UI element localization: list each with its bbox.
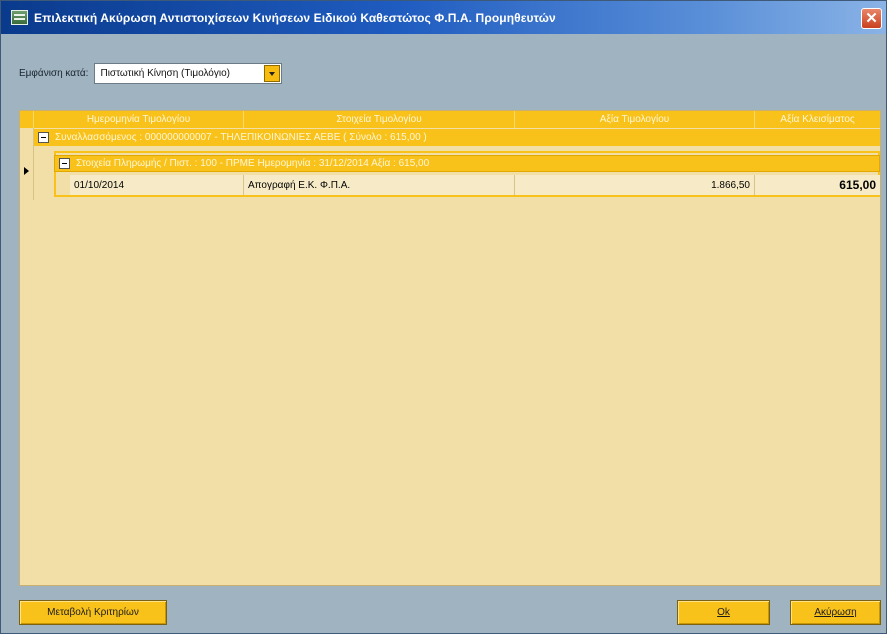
- cancel-button[interactable]: Ακύρωση: [790, 600, 881, 625]
- grid-header: Ημερομηνία Τιμολογίου Στοιχεία Τιμολογίο…: [20, 111, 880, 128]
- app-icon: [11, 10, 28, 25]
- column-header-invoice-value[interactable]: Αξία Τιμολογίου: [515, 111, 755, 128]
- view-by-value: Πιστωτική Κίνηση (Τιμολόγιο): [100, 68, 230, 79]
- group-row-supplier[interactable]: Συναλλασσόμενος : 000000000007 - ΤΗΛΕΠΙΚ…: [34, 129, 880, 146]
- chevron-down-icon[interactable]: [264, 65, 281, 82]
- current-row-arrow-icon: [24, 167, 29, 175]
- ok-button[interactable]: Ok: [677, 600, 770, 625]
- column-header-invoice-date[interactable]: Ημερομηνία Τιμολογίου: [34, 111, 244, 128]
- dialog-window: Επιλεκτική Ακύρωση Αντιστοιχίσεων Κινήσε…: [0, 0, 887, 634]
- matching-grid[interactable]: Ημερομηνία Τιμολογίου Στοιχεία Τιμολογίο…: [19, 110, 881, 586]
- cell-invoice-date: 01/10/2014: [70, 175, 244, 195]
- change-criteria-button[interactable]: Μεταβολή Κριτηρίων: [19, 600, 167, 625]
- cell-invoice-value: 1.866,50: [515, 175, 755, 195]
- header-indicator-cell: [20, 111, 34, 128]
- group-supplier-text: Συναλλασσόμενος : 000000000007 - ΤΗΛΕΠΙΚ…: [55, 132, 427, 143]
- row-indicator-column: [20, 128, 34, 200]
- column-header-closing-value[interactable]: Αξία Κλεισίματος: [755, 111, 880, 128]
- collapse-icon[interactable]: [38, 132, 49, 143]
- cell-invoice-details: Απογραφή Ε.Κ. Φ.Π.Α.: [244, 175, 515, 195]
- filter-row: Εμφάνιση κατά: Πιστωτική Κίνηση (Τιμολόγ…: [19, 63, 283, 84]
- cell-closing-value: 615,00: [839, 178, 876, 192]
- collapse-icon[interactable]: [59, 158, 70, 169]
- window-title: Επιλεκτική Ακύρωση Αντιστοιχίσεων Κινήσε…: [34, 10, 556, 25]
- title-bar[interactable]: Επιλεκτική Ακύρωση Αντιστοιχίσεων Κινήσε…: [1, 1, 886, 34]
- view-by-select[interactable]: Πιστωτική Κίνηση (Τιμολόγιο): [94, 63, 283, 84]
- group-payment-text: Στοιχεία Πληρωμής / Πιστ. : 100 - ΠΡΜΕ Η…: [76, 158, 430, 169]
- table-row[interactable]: 01/10/2014 Απογραφή Ε.Κ. Φ.Π.Α. 1.866,50…: [70, 175, 880, 195]
- column-header-invoice-details[interactable]: Στοιχεία Τιμολογίου: [244, 111, 515, 128]
- group-row-payment[interactable]: Στοιχεία Πληρωμής / Πιστ. : 100 - ΠΡΜΕ Η…: [54, 155, 880, 172]
- close-button[interactable]: ✕: [861, 8, 882, 29]
- close-icon: ✕: [865, 10, 878, 27]
- filter-label: Εμφάνιση κατά:: [19, 68, 89, 79]
